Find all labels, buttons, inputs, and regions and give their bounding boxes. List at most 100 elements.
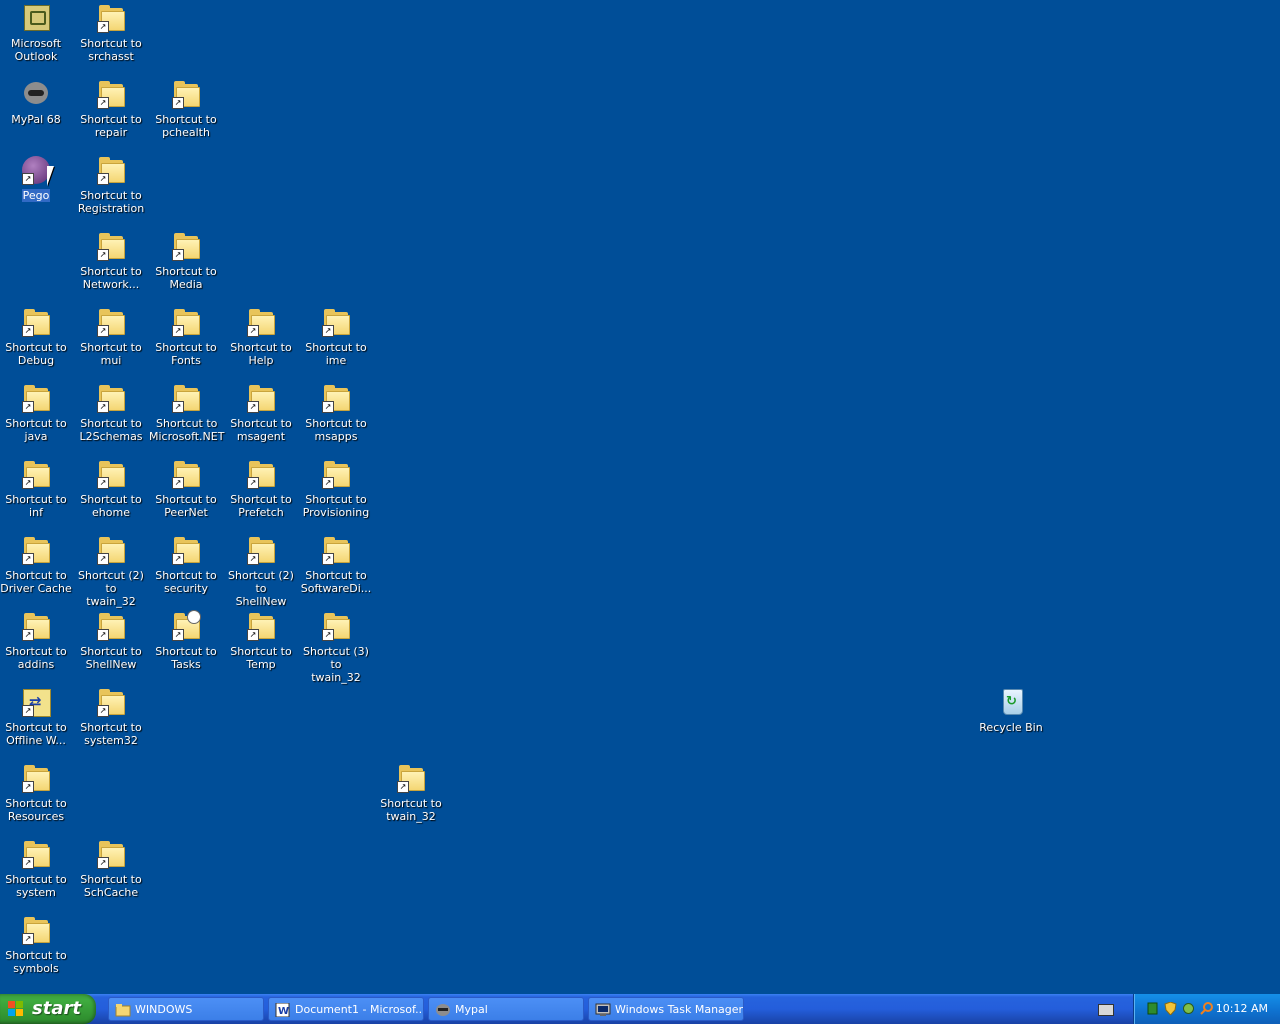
- desktop-icon-label-line: Shortcut to: [80, 189, 142, 202]
- desktop-icon-label: Shortcut to Help: [229, 341, 292, 367]
- desktop-icon-label-line: repair: [94, 126, 128, 139]
- desktop-icon-peernet[interactable]: ↗ Shortcut to PeerNet: [148, 458, 224, 519]
- desktop-icon-prefetch[interactable]: ↗ Shortcut to Prefetch: [223, 458, 299, 519]
- desktop-icon-label-line: Shortcut (3) to: [303, 645, 369, 671]
- mouse-cursor: [47, 166, 61, 186]
- taskbar-button-windows[interactable]: WINDOWS: [108, 997, 264, 1021]
- desktop-icon-label-line: SoftwareDi...: [300, 582, 372, 595]
- desktop-icon-symbols[interactable]: ↗ Shortcut to symbols: [0, 914, 74, 975]
- desktop-icon-label: MyPal 68: [10, 113, 61, 126]
- desktop-icon-dotnet[interactable]: ↗ Shortcut to Microsoft.NET: [148, 382, 224, 443]
- desktop-icon-recyclebin[interactable]: Recycle Bin: [973, 686, 1049, 734]
- desktop-icon-temp[interactable]: ↗ Shortcut to Temp: [223, 610, 299, 671]
- desktop-icon-msapps[interactable]: ↗ Shortcut to msapps: [298, 382, 374, 443]
- desktop-icon-label-line: addins: [17, 658, 55, 671]
- security-shield-icon[interactable]: [1164, 1001, 1177, 1016]
- desktop-icon-label-line: Shortcut to: [155, 645, 217, 658]
- desktop-icon-label: Recycle Bin: [978, 721, 1043, 734]
- desktop-icon-debug[interactable]: ↗ Shortcut to Debug: [0, 306, 74, 367]
- desktop-icon-label-line: Shortcut to: [80, 645, 142, 658]
- desktop-icon-label-line: Microsoft.NET: [149, 430, 225, 443]
- desktop-icon-srchasst[interactable]: ↗ Shortcut to srchasst: [73, 2, 149, 63]
- desktop-icon-label-line: MyPal 68: [11, 113, 61, 126]
- folder-shortcut-icon: ↗: [95, 534, 127, 566]
- desktop-icon-fonts[interactable]: ↗ Shortcut to Fonts: [148, 306, 224, 367]
- desktop-icon-shellnew2[interactable]: ↗ Shortcut (2) to ShellNew: [223, 534, 299, 608]
- desktop-icon-label-line: Resources: [7, 810, 65, 823]
- desktop-icon-provisioning[interactable]: ↗ Shortcut to Provisioning: [298, 458, 374, 519]
- desktop-icon-label: Shortcut to Provisioning: [302, 493, 371, 519]
- desktop-icon-label-line: L2Schemas: [79, 430, 143, 443]
- desktop-icon-schcache[interactable]: ↗ Shortcut to SchCache: [73, 838, 149, 899]
- folder-shortcut-icon: ↗: [95, 686, 127, 718]
- desktop-icon-label-line: Shortcut to: [5, 569, 67, 582]
- desktop-icon-label-line: Shortcut to: [5, 873, 67, 886]
- desktop-icon-label-line: Shortcut to: [5, 949, 67, 962]
- desktop-icon-label: Shortcut to system: [4, 873, 67, 899]
- desktop-icon-label-line: srchasst: [88, 50, 134, 63]
- desktop-icon-ehome[interactable]: ↗ Shortcut to ehome: [73, 458, 149, 519]
- desktop-icon-media[interactable]: ↗ Shortcut to Media: [148, 230, 224, 291]
- desktop-icon-drivercache[interactable]: ↗ Shortcut to Driver Cache: [0, 534, 74, 595]
- start-button[interactable]: start: [0, 994, 96, 1024]
- taskbar-button-label: Windows Task Manager: [615, 1003, 744, 1016]
- desktop[interactable]: Microsoft Outlook ↗ Shortcut to srchasst MyPa…: [0, 0, 1280, 994]
- desktop-icon-twain3[interactable]: ↗ Shortcut (3) to twain_32: [298, 610, 374, 684]
- desktop-icon-mypal[interactable]: MyPal 68: [0, 78, 74, 126]
- desktop-icon-tasks[interactable]: ↗ Shortcut to Tasks: [148, 610, 224, 671]
- desktop-icon-pego[interactable]: ↗ Pego: [0, 154, 74, 202]
- desktop-icon-label-line: Shortcut to: [80, 493, 142, 506]
- desktop-icon-label: Shortcut to Resources: [4, 797, 67, 823]
- desktop-icon-label: Shortcut to pchealth: [154, 113, 217, 139]
- desktop-icon-twain[interactable]: ↗ Shortcut to twain_32: [373, 762, 449, 823]
- search-icon[interactable]: [1200, 1002, 1213, 1015]
- desktop-icon-help[interactable]: ↗ Shortcut to Help: [223, 306, 299, 367]
- desktop-icon-label: Shortcut to Tasks: [154, 645, 217, 671]
- desktop-icon-addins[interactable]: ↗ Shortcut to addins: [0, 610, 74, 671]
- keyboard-language-icon[interactable]: [1098, 1004, 1114, 1016]
- desktop-icon-label-line: Offline W...: [6, 734, 66, 747]
- desktop-icon-label-line: Shortcut to: [155, 493, 217, 506]
- desktop-icon-offline[interactable]: ↗ Shortcut toOffline W...: [0, 686, 74, 747]
- desktop-icon-system32[interactable]: ↗ Shortcut to system32: [73, 686, 149, 747]
- taskbar-button-label: Mypal: [455, 1003, 488, 1016]
- desktop-icon-l2schemas[interactable]: ↗ Shortcut to L2Schemas: [73, 382, 149, 443]
- desktop-icon-network[interactable]: ↗ Shortcut to Network...: [73, 230, 149, 291]
- desktop-icon-shellnew[interactable]: ↗ Shortcut to ShellNew: [73, 610, 149, 671]
- desktop-icon-label-line: mui: [100, 354, 122, 367]
- desktop-icon-mui[interactable]: ↗ Shortcut to mui: [73, 306, 149, 367]
- desktop-icon-label-line: Shortcut to: [80, 113, 142, 126]
- folder-shortcut-icon: ↗: [95, 838, 127, 870]
- connection-icon[interactable]: [1182, 1002, 1195, 1015]
- desktop-icon-label-line: Microsoft: [10, 37, 62, 50]
- taskbar-button-mypal[interactable]: Mypal: [428, 997, 584, 1021]
- desktop-icon-outlook[interactable]: Microsoft Outlook: [0, 2, 74, 63]
- desktop-icon-label-line: Shortcut to: [380, 797, 442, 810]
- desktop-icon-softwaredist[interactable]: ↗ Shortcut to SoftwareDi...: [298, 534, 374, 595]
- desktop-icon-label-line: Driver Cache: [0, 582, 72, 595]
- desktop-icon-resources[interactable]: ↗ Shortcut to Resources: [0, 762, 74, 823]
- desktop-icon-java[interactable]: ↗ Shortcut to java: [0, 382, 74, 443]
- desktop-icon-ime[interactable]: ↗ Shortcut to ime: [298, 306, 374, 367]
- desktop-icon-security[interactable]: ↗ Shortcut to security: [148, 534, 224, 595]
- desktop-icon-label-line: Recycle Bin: [979, 721, 1043, 734]
- desktop-icon-pchealth[interactable]: ↗ Shortcut to pchealth: [148, 78, 224, 139]
- desktop-icon-twain2[interactable]: ↗ Shortcut (2) to twain_32: [73, 534, 149, 608]
- desktop-icon-label: Shortcut to ShellNew: [79, 645, 142, 671]
- network-status-icon[interactable]: [1146, 1002, 1159, 1015]
- clock[interactable]: 10:12 AM: [1216, 994, 1268, 1024]
- desktop-icon-label: Shortcut to mui: [79, 341, 142, 367]
- desktop-icon-label-line: Shortcut to: [230, 417, 292, 430]
- desktop-icon-msagent[interactable]: ↗ Shortcut to msagent: [223, 382, 299, 443]
- desktop-icon-system[interactable]: ↗ Shortcut to system: [0, 838, 74, 899]
- folder-shortcut-icon: ↗: [320, 458, 352, 490]
- taskbar-button-task-manager[interactable]: Windows Task Manager: [588, 997, 744, 1021]
- desktop-icon-label: Shortcut to Microsoft.NET: [148, 417, 225, 443]
- taskbar-button-document1[interactable]: W Document1 - Microsof...: [268, 997, 424, 1021]
- desktop-icon-registration[interactable]: ↗ Shortcut to Registration: [73, 154, 149, 215]
- desktop-icon-repair[interactable]: ↗ Shortcut to repair: [73, 78, 149, 139]
- system-tray: 10:12 AM: [1133, 994, 1280, 1024]
- desktop-icon-label-line: Shortcut to: [230, 341, 292, 354]
- taskbar-button-label: Document1 - Microsof...: [295, 1003, 424, 1016]
- desktop-icon-inf[interactable]: ↗ Shortcut to inf: [0, 458, 74, 519]
